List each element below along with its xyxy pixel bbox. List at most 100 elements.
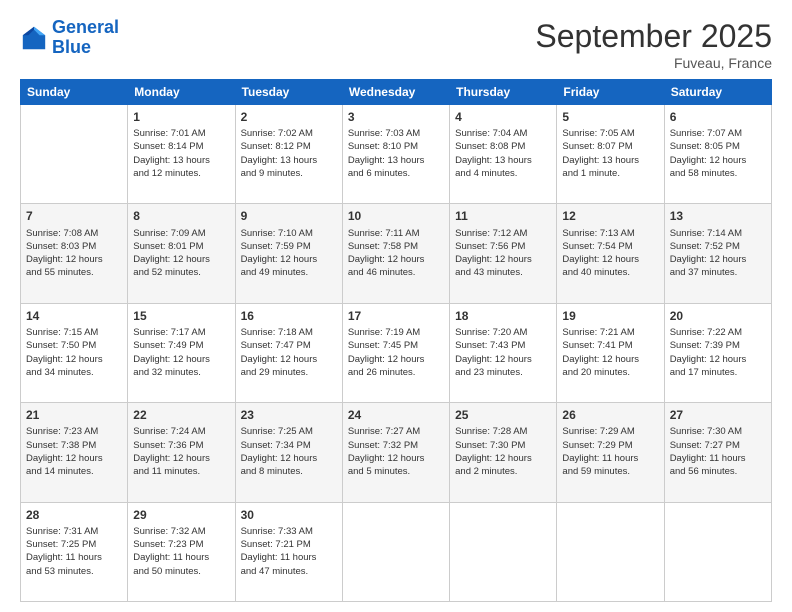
day-number: 23 (241, 407, 337, 423)
day-info: Sunrise: 7:08 AM Sunset: 8:03 PM Dayligh… (26, 227, 122, 280)
logo: General Blue (20, 18, 119, 58)
calendar-cell: 20Sunrise: 7:22 AM Sunset: 7:39 PM Dayli… (664, 303, 771, 402)
day-number: 7 (26, 208, 122, 224)
weekday-header-wednesday: Wednesday (342, 80, 449, 105)
calendar-cell: 13Sunrise: 7:14 AM Sunset: 7:52 PM Dayli… (664, 204, 771, 303)
week-row-1: 1Sunrise: 7:01 AM Sunset: 8:14 PM Daylig… (21, 105, 772, 204)
day-number: 27 (670, 407, 766, 423)
day-info: Sunrise: 7:12 AM Sunset: 7:56 PM Dayligh… (455, 227, 551, 280)
week-row-5: 28 Sunrise: 7:31 AM Sunset: 7:25 PM Dayli… (21, 502, 772, 601)
day-number: 29 (133, 507, 229, 523)
page: General Blue September 2025 Fuveau, Fran… (0, 0, 792, 612)
calendar-cell: 8 Sunrise: 7:09 AM Sunset: 8:01 PM Daylig… (128, 204, 235, 303)
day-number: 1 (133, 109, 229, 125)
day-number: 30 (241, 507, 337, 523)
day-number: 28 (26, 507, 122, 523)
day-info: Sunrise: 7:27 AM Sunset: 7:32 PM Dayligh… (348, 425, 444, 478)
logo-icon (20, 24, 48, 52)
day-info: Sunrise: 7:18 AM Sunset: 7:47 PM Dayligh… (241, 326, 337, 379)
day-number: 26 (562, 407, 658, 423)
weekday-header-saturday: Saturday (664, 80, 771, 105)
day-info: Sunrise: 7:33 AM Sunset: 7:21 PM Dayligh… (241, 525, 337, 578)
day-number: 14 (26, 308, 122, 324)
day-info: Sunrise: 7:31 AM Sunset: 7:25 PM Dayligh… (26, 525, 122, 578)
weekday-header-thursday: Thursday (450, 80, 557, 105)
weekday-header-sunday: Sunday (21, 80, 128, 105)
calendar-cell: 15 Sunrise: 7:17 AM Sunset: 7:49 PM Dayli… (128, 303, 235, 402)
day-number: 24 (348, 407, 444, 423)
calendar-cell: 1Sunrise: 7:01 AM Sunset: 8:14 PM Daylig… (128, 105, 235, 204)
calendar-cell: 19 Sunrise: 7:21 AM Sunset: 7:41 PM Dayli… (557, 303, 664, 402)
day-info: Sunrise: 7:19 AM Sunset: 7:45 PM Dayligh… (348, 326, 444, 379)
calendar: SundayMondayTuesdayWednesdayThursdayFrid… (20, 79, 772, 602)
day-info: Sunrise: 7:30 AM Sunset: 7:27 PM Dayligh… (670, 425, 766, 478)
week-row-4: 21 Sunrise: 7:23 AM Sunset: 7:38 PM Dayli… (21, 403, 772, 502)
day-number: 10 (348, 208, 444, 224)
calendar-cell: 16 Sunrise: 7:18 AM Sunset: 7:47 PM Dayli… (235, 303, 342, 402)
day-number: 25 (455, 407, 551, 423)
day-info: Sunrise: 7:02 AM Sunset: 8:12 PM Dayligh… (241, 127, 337, 180)
calendar-cell: 21 Sunrise: 7:23 AM Sunset: 7:38 PM Dayli… (21, 403, 128, 502)
calendar-cell: 30 Sunrise: 7:33 AM Sunset: 7:21 PM Dayli… (235, 502, 342, 601)
calendar-cell: 14Sunrise: 7:15 AM Sunset: 7:50 PM Dayli… (21, 303, 128, 402)
calendar-cell (557, 502, 664, 601)
day-number: 9 (241, 208, 337, 224)
calendar-body: 1Sunrise: 7:01 AM Sunset: 8:14 PM Daylig… (21, 105, 772, 602)
day-number: 17 (348, 308, 444, 324)
week-row-2: 7 Sunrise: 7:08 AM Sunset: 8:03 PM Daylig… (21, 204, 772, 303)
day-info: Sunrise: 7:05 AM Sunset: 8:07 PM Dayligh… (562, 127, 658, 180)
calendar-cell (21, 105, 128, 204)
logo-line1: General (52, 17, 119, 37)
day-number: 8 (133, 208, 229, 224)
calendar-cell: 29 Sunrise: 7:32 AM Sunset: 7:23 PM Dayli… (128, 502, 235, 601)
calendar-cell: 24 Sunrise: 7:27 AM Sunset: 7:32 PM Dayli… (342, 403, 449, 502)
day-number: 6 (670, 109, 766, 125)
day-info: Sunrise: 7:04 AM Sunset: 8:08 PM Dayligh… (455, 127, 551, 180)
day-number: 21 (26, 407, 122, 423)
day-info: Sunrise: 7:09 AM Sunset: 8:01 PM Dayligh… (133, 227, 229, 280)
calendar-cell (450, 502, 557, 601)
day-number: 16 (241, 308, 337, 324)
day-number: 12 (562, 208, 658, 224)
calendar-cell: 7 Sunrise: 7:08 AM Sunset: 8:03 PM Daylig… (21, 204, 128, 303)
calendar-cell: 11 Sunrise: 7:12 AM Sunset: 7:56 PM Dayli… (450, 204, 557, 303)
day-info: Sunrise: 7:29 AM Sunset: 7:29 PM Dayligh… (562, 425, 658, 478)
day-info: Sunrise: 7:07 AM Sunset: 8:05 PM Dayligh… (670, 127, 766, 180)
calendar-cell: 27 Sunrise: 7:30 AM Sunset: 7:27 PM Dayli… (664, 403, 771, 502)
day-info: Sunrise: 7:22 AM Sunset: 7:39 PM Dayligh… (670, 326, 766, 379)
day-info: Sunrise: 7:13 AM Sunset: 7:54 PM Dayligh… (562, 227, 658, 280)
day-info: Sunrise: 7:20 AM Sunset: 7:43 PM Dayligh… (455, 326, 551, 379)
day-number: 19 (562, 308, 658, 324)
calendar-cell: 17 Sunrise: 7:19 AM Sunset: 7:45 PM Dayli… (342, 303, 449, 402)
logo-line2: Blue (52, 37, 91, 57)
calendar-cell: 9 Sunrise: 7:10 AM Sunset: 7:59 PM Daylig… (235, 204, 342, 303)
main-title: September 2025 (535, 18, 772, 55)
day-info: Sunrise: 7:10 AM Sunset: 7:59 PM Dayligh… (241, 227, 337, 280)
day-info: Sunrise: 7:23 AM Sunset: 7:38 PM Dayligh… (26, 425, 122, 478)
day-number: 5 (562, 109, 658, 125)
calendar-cell: 6 Sunrise: 7:07 AM Sunset: 8:05 PM Daylig… (664, 105, 771, 204)
calendar-cell: 12 Sunrise: 7:13 AM Sunset: 7:54 PM Dayli… (557, 204, 664, 303)
calendar-cell: 26 Sunrise: 7:29 AM Sunset: 7:29 PM Dayli… (557, 403, 664, 502)
day-info: Sunrise: 7:17 AM Sunset: 7:49 PM Dayligh… (133, 326, 229, 379)
calendar-cell (342, 502, 449, 601)
weekday-row: SundayMondayTuesdayWednesdayThursdayFrid… (21, 80, 772, 105)
day-number: 11 (455, 208, 551, 224)
header: General Blue September 2025 Fuveau, Fran… (20, 18, 772, 71)
calendar-cell: 10 Sunrise: 7:11 AM Sunset: 7:58 PM Dayli… (342, 204, 449, 303)
day-number: 15 (133, 308, 229, 324)
day-info: Sunrise: 7:28 AM Sunset: 7:30 PM Dayligh… (455, 425, 551, 478)
day-info: Sunrise: 7:32 AM Sunset: 7:23 PM Dayligh… (133, 525, 229, 578)
calendar-cell: 18Sunrise: 7:20 AM Sunset: 7:43 PM Dayli… (450, 303, 557, 402)
day-info: Sunrise: 7:14 AM Sunset: 7:52 PM Dayligh… (670, 227, 766, 280)
day-info: Sunrise: 7:11 AM Sunset: 7:58 PM Dayligh… (348, 227, 444, 280)
calendar-cell: 25 Sunrise: 7:28 AM Sunset: 7:30 PM Dayli… (450, 403, 557, 502)
day-number: 2 (241, 109, 337, 125)
day-number: 3 (348, 109, 444, 125)
calendar-cell: 3Sunrise: 7:03 AM Sunset: 8:10 PM Daylig… (342, 105, 449, 204)
calendar-cell: 5 Sunrise: 7:05 AM Sunset: 8:07 PM Daylig… (557, 105, 664, 204)
weekday-header-tuesday: Tuesday (235, 80, 342, 105)
calendar-cell: 23Sunrise: 7:25 AM Sunset: 7:34 PM Dayli… (235, 403, 342, 502)
day-info: Sunrise: 7:21 AM Sunset: 7:41 PM Dayligh… (562, 326, 658, 379)
calendar-cell: 2 Sunrise: 7:02 AM Sunset: 8:12 PM Daylig… (235, 105, 342, 204)
